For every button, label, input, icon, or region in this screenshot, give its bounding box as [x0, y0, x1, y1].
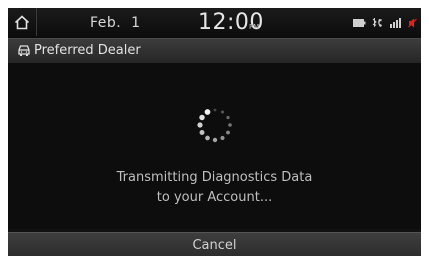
status-message: Transmitting Diagnostics Data to your Ac… [8, 168, 421, 208]
status-bar: Feb. 1 12:00 PM [8, 8, 421, 38]
spinner-dot [213, 108, 217, 112]
spinner-dot [199, 130, 205, 135]
spinner-dot [204, 109, 211, 115]
spinner-dot [197, 122, 203, 128]
status-ampm: PM [249, 23, 260, 31]
message-line-2: to your Account... [156, 190, 273, 205]
bluetooth-phone-icon [372, 17, 382, 27]
spinner-dot [212, 137, 218, 143]
spinner-dot [220, 135, 225, 141]
status-icons [353, 17, 417, 29]
mute-icon [408, 18, 417, 28]
spinner-dot [226, 115, 230, 120]
title-bar: Preferred Dealer [8, 38, 421, 64]
status-date: Feb. 1 [90, 15, 141, 31]
battery-icon [353, 19, 366, 27]
message-line-1: Transmitting Diagnostics Data [116, 170, 313, 185]
spinner-dot [220, 110, 225, 114]
spinner-dot [226, 130, 230, 135]
spinner-dot [205, 135, 210, 141]
head-unit-screen: Feb. 1 12:00 PM Preferred Dealer Transmi… [8, 8, 421, 256]
home-icon [14, 14, 30, 29]
spinner-dot [199, 114, 205, 121]
dialog-content: Transmitting Diagnostics Data to your Ac… [8, 63, 421, 229]
car-service-icon [18, 45, 30, 56]
page-title: Preferred Dealer [34, 43, 141, 58]
home-button[interactable] [8, 8, 37, 36]
signal-icon [390, 18, 401, 28]
loading-spinner-icon [197, 108, 232, 143]
cancel-button[interactable]: Cancel [8, 232, 421, 256]
spinner-dot [228, 123, 232, 127]
